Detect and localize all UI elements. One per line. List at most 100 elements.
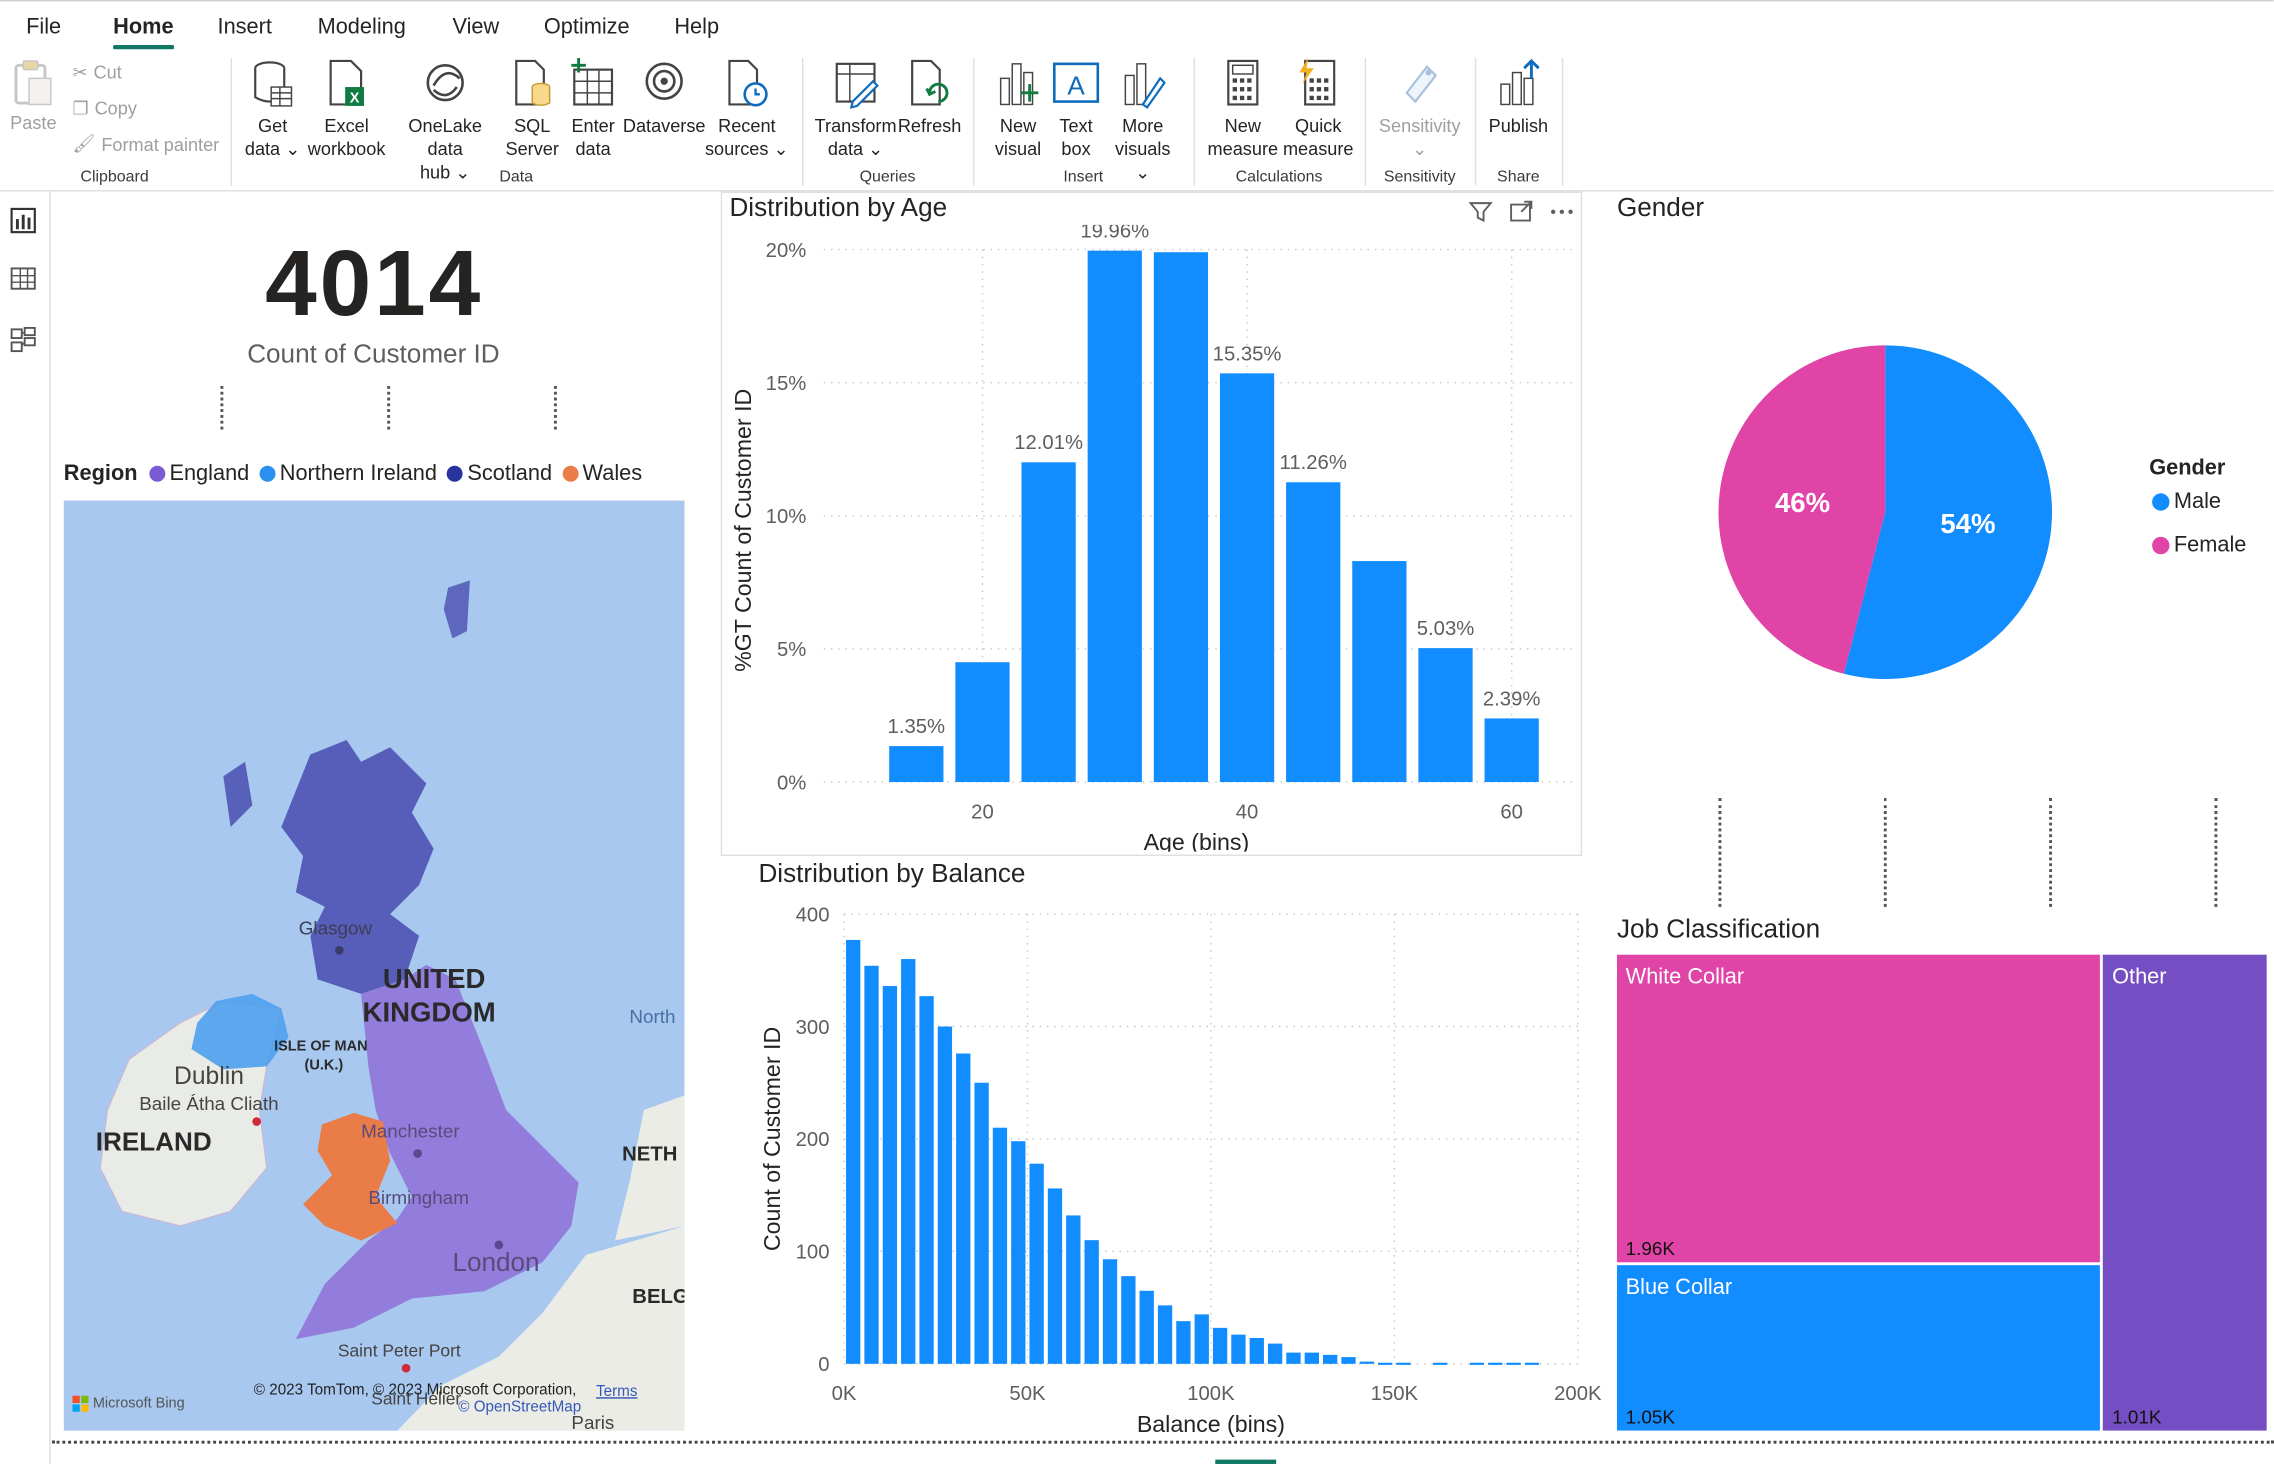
report-view-icon[interactable] bbox=[9, 206, 38, 235]
legend-item-england[interactable]: England bbox=[149, 461, 249, 486]
legend-label: Scotland bbox=[467, 461, 553, 487]
bar bbox=[1396, 1362, 1411, 1365]
legend-item-male[interactable]: Male bbox=[2152, 489, 2246, 514]
x-tick-label: 100K bbox=[1187, 1383, 1235, 1405]
text-box-icon: A bbox=[1052, 62, 1100, 103]
bar bbox=[992, 1127, 1008, 1364]
sensitivity-group-label: Sensitivity bbox=[1383, 168, 1456, 186]
bar bbox=[1011, 1141, 1026, 1364]
bar bbox=[955, 662, 1010, 783]
y-tick-label: 0% bbox=[777, 772, 806, 794]
copy-icon: ❐ bbox=[72, 98, 89, 119]
new-visual-icon bbox=[999, 63, 1039, 106]
calculator-icon bbox=[1227, 59, 1259, 106]
model-view-icon[interactable] bbox=[9, 325, 38, 354]
legend-item-female[interactable]: Female bbox=[2152, 532, 2246, 557]
cut-label: Cut bbox=[93, 61, 122, 82]
format-painter-button[interactable]: 🖌 Format painter bbox=[73, 133, 220, 155]
new-measure-button[interactable]: New measure bbox=[1204, 58, 1282, 161]
bar bbox=[1139, 1290, 1154, 1364]
cut-button[interactable]: ✂ Cut bbox=[73, 61, 122, 83]
active-page-indicator[interactable] bbox=[1215, 1459, 1277, 1464]
more-options-icon[interactable] bbox=[1549, 199, 1575, 225]
enter-data-label-2: data bbox=[575, 139, 611, 160]
bar bbox=[1418, 648, 1473, 783]
legend-item-scotland[interactable]: Scotland bbox=[447, 461, 552, 486]
dataverse-button[interactable]: Dataverse bbox=[621, 58, 708, 138]
table-add-icon bbox=[571, 58, 614, 106]
bar bbox=[956, 1053, 971, 1364]
bar bbox=[901, 959, 916, 1364]
northern-ireland-region[interactable] bbox=[191, 993, 289, 1070]
refresh-button[interactable]: Refresh bbox=[896, 58, 963, 138]
map-label-isle-of-man: ISLE OF MAN bbox=[274, 1038, 368, 1055]
insert-group: New visual A Text box More visuals ⌄ Ins… bbox=[975, 49, 1193, 190]
recent-sources-button[interactable]: Recent sources ⌄ bbox=[705, 58, 789, 161]
bar bbox=[937, 1026, 953, 1364]
map-label-manchester: Manchester bbox=[361, 1120, 460, 1142]
legend-label: Female bbox=[2173, 532, 2247, 558]
publish-button[interactable]: Publish bbox=[1482, 58, 1555, 138]
excel-label-2: workbook bbox=[307, 139, 386, 160]
bar bbox=[1524, 1362, 1540, 1365]
bing-logo: Microsoft Bing bbox=[72, 1395, 185, 1412]
sensitivity-button[interactable]: Sensitivity ⌄ bbox=[1372, 58, 1468, 161]
dataverse-label: Dataverse bbox=[622, 116, 706, 137]
tab-home[interactable]: Home bbox=[113, 15, 174, 50]
bar bbox=[1267, 1343, 1283, 1364]
legend-item-wales[interactable]: Wales bbox=[562, 461, 642, 486]
legend-item-northern-ireland[interactable]: Northern Ireland bbox=[259, 461, 437, 486]
scotland-region[interactable] bbox=[281, 739, 434, 994]
get-data-button[interactable]: Get data ⌄ bbox=[244, 58, 302, 161]
page-tabs-bar bbox=[52, 1440, 2274, 1464]
job-chart-title: Job Classification bbox=[1616, 914, 1821, 944]
sql-server-button[interactable]: SQL Server bbox=[505, 58, 560, 161]
bar bbox=[1378, 1362, 1393, 1365]
focus-mode-icon[interactable] bbox=[1508, 199, 1534, 225]
terms-link[interactable]: Terms bbox=[596, 1383, 637, 1400]
enter-data-button[interactable]: Enter data bbox=[563, 58, 624, 161]
text-box-button[interactable]: A Text box bbox=[1050, 58, 1102, 161]
bar bbox=[1176, 1321, 1191, 1364]
excel-workbook-button[interactable]: X Excel workbook bbox=[305, 58, 389, 161]
onelake-data-hub-button[interactable]: OneLake data hub ⌄ bbox=[389, 58, 502, 184]
tab-help[interactable]: Help bbox=[674, 15, 719, 40]
tab-modeling[interactable]: Modeling bbox=[318, 15, 406, 40]
tab-file[interactable]: File bbox=[26, 15, 61, 40]
region-map[interactable]: Glasgow UNITED KINGDOM ISLE OF MAN (U.K.… bbox=[63, 500, 685, 1431]
transform-data-button[interactable]: Transform data ⌄ bbox=[812, 58, 899, 161]
y-tick-label: 5% bbox=[777, 639, 806, 661]
gender-pie[interactable]: 54% 46% bbox=[1697, 326, 2074, 703]
treemap-cell[interactable]: White Collar 1.96K bbox=[1616, 954, 2101, 1262]
openstreetmap-link[interactable]: © OpenStreetMap bbox=[458, 1399, 581, 1416]
treemap-label: White Collar bbox=[1625, 964, 1745, 990]
copy-button[interactable]: ❐ Copy bbox=[73, 97, 137, 119]
data-label: 19.96% bbox=[1080, 225, 1149, 243]
treemap-cell[interactable]: Other 1.01K bbox=[2103, 954, 2267, 1431]
treemap-cell[interactable]: Blue Collar 1.05K bbox=[1616, 1264, 2101, 1431]
map-label-baile: Baile Átha Cliath bbox=[139, 1092, 279, 1115]
sensitivity-group: Sensitivity ⌄ Sensitivity bbox=[1366, 49, 1473, 190]
new-visual-button[interactable]: New visual bbox=[989, 58, 1047, 161]
more-visuals-button[interactable]: More visuals ⌄ bbox=[1105, 58, 1180, 184]
gender-chart-title: Gender bbox=[1616, 192, 1705, 222]
transform-label-2: data bbox=[827, 139, 864, 160]
bar bbox=[1047, 1188, 1063, 1364]
pie-label: 46% bbox=[1775, 487, 1830, 518]
transform-label: Transform bbox=[814, 116, 897, 137]
table-view-icon[interactable] bbox=[9, 264, 38, 293]
y-tick-label: 0 bbox=[818, 1354, 829, 1376]
bar bbox=[846, 939, 861, 1364]
bar bbox=[1341, 1357, 1356, 1364]
paste-button[interactable]: Paste bbox=[9, 58, 58, 135]
tab-optimize[interactable]: Optimize bbox=[544, 15, 630, 40]
gender-legend-title: Gender bbox=[2149, 455, 2226, 481]
get-data-label-2: data bbox=[244, 139, 281, 160]
quick-measure-button[interactable]: Quick measure bbox=[1279, 58, 1357, 161]
manchester-dot bbox=[413, 1149, 423, 1158]
tab-insert[interactable]: Insert bbox=[218, 15, 272, 40]
bar bbox=[919, 996, 934, 1364]
filter-icon[interactable] bbox=[1468, 199, 1494, 225]
bar bbox=[1029, 1163, 1044, 1364]
tab-view[interactable]: View bbox=[452, 15, 499, 40]
